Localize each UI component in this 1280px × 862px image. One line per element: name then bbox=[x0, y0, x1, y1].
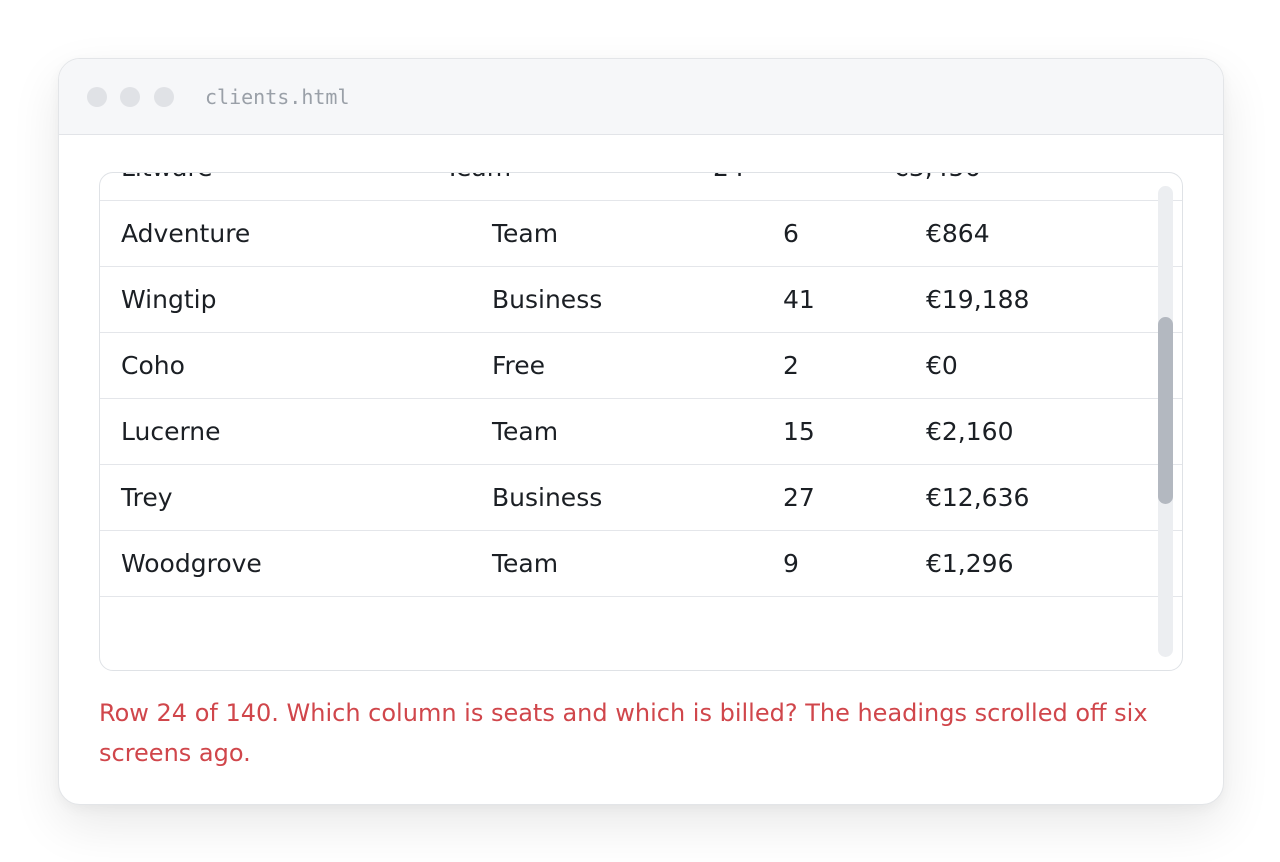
window-title: clients.html bbox=[205, 85, 350, 109]
cell-name: Litware bbox=[121, 173, 213, 200]
table-row[interactable]: Lucerne Team 15 €2,160 bbox=[100, 399, 1182, 465]
cell-seats: 27 bbox=[783, 483, 815, 512]
cell-billed: €2,160 bbox=[926, 417, 1014, 446]
cell-plan: Free bbox=[492, 351, 546, 380]
table-row[interactable]: Wingtip Business 41 €19,188 bbox=[100, 267, 1182, 333]
vertical-scrollbar[interactable] bbox=[1158, 186, 1173, 657]
cell-plan: Team bbox=[492, 417, 559, 446]
window-control-dot[interactable] bbox=[154, 87, 174, 107]
cell-seats: 24 bbox=[713, 173, 745, 200]
cell-seats: 9 bbox=[783, 549, 799, 578]
cell-plan: Team bbox=[492, 219, 559, 248]
table-body: Litware Team 24 €3,456 Adventure Team 6 … bbox=[100, 173, 1182, 597]
cell-name: Woodgrove bbox=[121, 549, 262, 578]
table-row[interactable]: Litware Team 24 €3,456 bbox=[100, 173, 1182, 201]
cell-plan: Team bbox=[492, 549, 559, 578]
table-row[interactable]: Woodgrove Team 9 €1,296 bbox=[100, 531, 1182, 597]
cell-billed: €12,636 bbox=[926, 483, 1030, 512]
cell-name: Coho bbox=[121, 351, 185, 380]
cell-plan: Business bbox=[492, 285, 603, 314]
window-control-dot[interactable] bbox=[120, 87, 140, 107]
cell-billed: €1,296 bbox=[926, 549, 1014, 578]
cell-plan: Team bbox=[445, 173, 511, 200]
cell-seats: 15 bbox=[783, 417, 815, 446]
cell-billed: €19,188 bbox=[926, 285, 1030, 314]
cell-plan: Business bbox=[492, 483, 603, 512]
warning-note: Row 24 of 140. Which column is seats and… bbox=[99, 699, 1148, 767]
table-row[interactable]: Trey Business 27 €12,636 bbox=[100, 465, 1182, 531]
cell-billed: €0 bbox=[926, 351, 958, 380]
cell-name: Lucerne bbox=[121, 417, 221, 446]
cell-billed: €864 bbox=[926, 219, 990, 248]
scrollbar-thumb[interactable] bbox=[1158, 317, 1173, 504]
clients-table[interactable]: Litware Team 24 €3,456 Adventure Team 6 … bbox=[99, 172, 1183, 671]
cell-billed: €3,456 bbox=[893, 173, 980, 200]
cell-seats: 41 bbox=[783, 285, 815, 314]
window-titlebar: clients.html bbox=[59, 59, 1223, 135]
window-control-dot[interactable] bbox=[87, 87, 107, 107]
cell-seats: 2 bbox=[783, 351, 799, 380]
cell-name: Trey bbox=[121, 483, 173, 512]
table-row[interactable]: Coho Free 2 €0 bbox=[100, 333, 1182, 399]
cell-seats: 6 bbox=[783, 219, 799, 248]
cell-name: Adventure bbox=[121, 219, 251, 248]
table-row[interactable]: Adventure Team 6 €864 bbox=[100, 201, 1182, 267]
cell-name: Wingtip bbox=[121, 285, 217, 314]
browser-window: clients.html Litware Team 24 €3,456 Adve… bbox=[58, 58, 1224, 805]
